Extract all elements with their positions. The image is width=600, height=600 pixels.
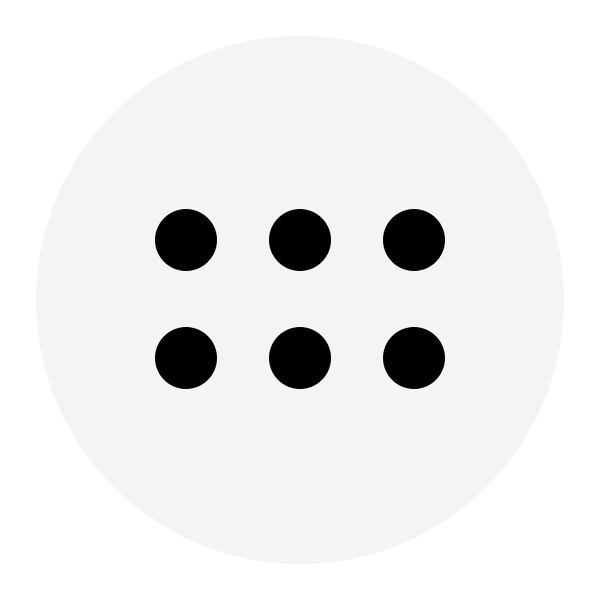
grid-dot: [155, 209, 217, 271]
apps-grid-icon: [155, 209, 445, 389]
grid-dot: [155, 327, 217, 389]
screen: [0, 0, 600, 600]
grid-dot: [383, 327, 445, 389]
apps-menu-button[interactable]: [36, 36, 564, 564]
grid-dot: [383, 209, 445, 271]
grid-dot: [269, 327, 331, 389]
grid-dot: [269, 209, 331, 271]
